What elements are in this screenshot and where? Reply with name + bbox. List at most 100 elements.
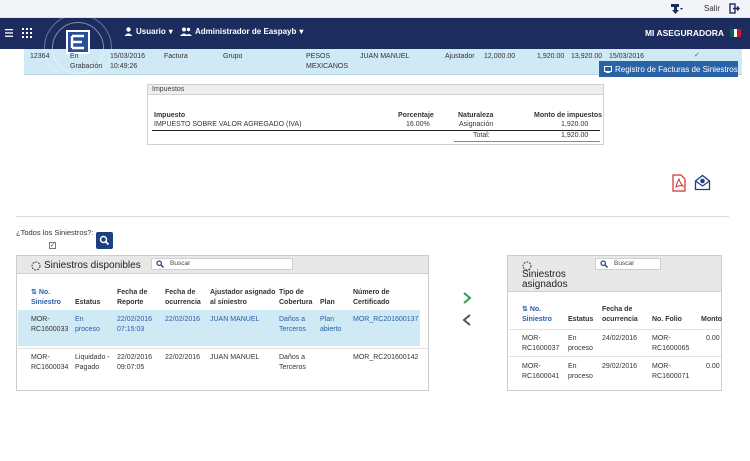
top-strip: Salir (0, 0, 750, 18)
row1-no: MOR-RC1600033 (31, 316, 69, 333)
apps-grid-icon[interactable] (22, 28, 32, 38)
chevron-left-icon[interactable] (462, 314, 472, 326)
invoice-type: Factura (164, 53, 188, 60)
row1-plan: Plan abierto (320, 316, 342, 333)
col-no-siniestro[interactable]: ⇅ No. Siniestro (31, 288, 69, 308)
spinner-icon (31, 261, 41, 271)
impuestos-panel: Impuestos Impuesto Porcentaje Naturaleza… (147, 84, 604, 145)
chevron-down-icon: ▾ (168, 27, 173, 36)
row-divider (509, 329, 721, 330)
asignados-title: Siniestros asignados (522, 269, 568, 290)
disponibles-title: Siniestros disponibles (44, 260, 141, 271)
asig-row2-no: MOR-RC1600041 (522, 363, 560, 380)
impuestos-total-label: Total: (473, 132, 490, 139)
asig-row2-monto: 0.00 (706, 363, 720, 370)
col-fecha-ocurrencia: Fecha de ocurrencia (602, 306, 638, 323)
invoice-amount: 12,000.00 (484, 53, 516, 60)
search-icon (99, 235, 110, 246)
check-icon: ✓ (694, 52, 700, 59)
sort-icon: ⇅ (31, 289, 39, 296)
impuestos-divider (152, 130, 600, 131)
invoice-role: Ajustador (445, 53, 475, 60)
impuestos-title: Impuestos (148, 85, 603, 95)
invoice-status: En Grabación (70, 53, 103, 70)
disponibles-search-input[interactable]: Buscar (151, 258, 293, 270)
col-folio: No. Folio (652, 316, 682, 323)
col-ajustador: Ajustador asignado al siniestro (210, 289, 276, 306)
col-tipo-cobertura: Tipo de Cobertura (279, 289, 313, 306)
asig-row2-folio: MOR-RC1600071 (652, 363, 690, 380)
invoice-date: 15/03/2016 10:49:26 (110, 53, 146, 70)
chevron-right-icon[interactable] (462, 292, 472, 304)
mexico-flag-icon[interactable] (730, 29, 742, 37)
row1-ajustador: JUAN MANUEL (210, 316, 260, 323)
asig-row1-estatus: En proceso (568, 335, 593, 352)
row2-certificado: MOR_RC201600142 (353, 354, 419, 361)
col-fecha-ocurrencia: Fecha de ocurrencia (165, 289, 201, 306)
col-estatus: Estatus (568, 316, 594, 323)
row-divider (18, 348, 428, 349)
usuario-menu[interactable]: Usuario ▾ (124, 27, 173, 36)
col-no-siniestro[interactable]: ⇅ No. Siniestro (522, 305, 562, 325)
invoice-group: Grupo (223, 53, 243, 60)
row2-ajustador: JUAN MANUEL (210, 354, 260, 361)
todos-siniestros-checkbox[interactable]: ✓ (49, 242, 56, 249)
asig-row1-monto: 0.00 (706, 335, 720, 342)
mail-icon[interactable] (694, 174, 711, 191)
admin-label: Administrador de Easpayb (195, 27, 297, 36)
salir-link[interactable]: Salir (704, 4, 720, 13)
asig-row2-fecha: 29/02/2016 (602, 363, 638, 370)
chevron-down-icon: ▾ (299, 27, 304, 36)
col-fecha-reporte: Fecha de Reporte (117, 289, 148, 306)
invoice-tax: 1,920.00 (537, 53, 565, 60)
menu-icon[interactable] (5, 29, 13, 37)
register-invoices-button[interactable]: Registro de Facturas de Siniestros (599, 61, 738, 77)
row1-estatus: En proceso (75, 316, 100, 333)
users-icon (180, 27, 192, 36)
invoice-currency: PESOS MEXICANOS (306, 53, 349, 70)
asig-row2-estatus: En proceso (568, 363, 593, 380)
col-certificado: Número de Certificado (353, 289, 390, 306)
asig-row1-fecha: 24/02/2016 (602, 335, 638, 342)
invoice-id: 12364 (30, 53, 50, 60)
row1-certificado: MOR_RC201600137 (353, 316, 419, 323)
impuestos-row-monto: 1,920.00 (561, 121, 589, 128)
search-icon (156, 260, 164, 268)
row1-tipo: Daños a Terceros (279, 316, 306, 333)
row2-tipo: Daños a Terceros (279, 354, 306, 371)
col-plan: Plan (320, 299, 335, 306)
todos-siniestros-label: ¿Todos los Siniestros?: (16, 228, 94, 237)
row-divider (509, 356, 721, 357)
section-divider (16, 216, 729, 217)
register-invoices-label: Registro de Facturas de Siniestros (615, 64, 738, 74)
impuestos-total-value: 1,920.00 (561, 132, 589, 139)
row1-fecha-ocurrencia: 22/02/2016 (165, 316, 201, 323)
row2-estatus: Liquidado - Pagado (75, 354, 110, 371)
invoice-total: 13,920.00 (571, 53, 603, 60)
row2-no: MOR-RC1600034 (31, 354, 69, 371)
siniestros-disponibles-panel: Siniestros disponibles Buscar ⇅ No. Sini… (16, 255, 429, 391)
search-button[interactable] (96, 232, 113, 249)
monitor-icon (604, 65, 612, 73)
invoice-name: JUAN MANUEL (360, 53, 410, 60)
col-monto: Monto (701, 316, 722, 323)
impuestos-row-porcentaje: 16.00% (406, 121, 430, 128)
row2-fecha-reporte: 22/02/2016 09:07:05 (117, 354, 153, 371)
asig-row1-no: MOR-RC1600037 (522, 335, 560, 352)
pdf-icon[interactable] (671, 174, 687, 192)
col-estatus: Estatus (75, 299, 101, 306)
siniestros-asignados-panel: Siniestros asignados Buscar ⇅ No. Sinies… (507, 255, 722, 391)
admin-menu[interactable]: Administrador de Easpayb ▾ (180, 27, 303, 36)
row2-fecha-ocurrencia: 22/02/2016 (165, 354, 201, 361)
impuestos-row-impuesto: IMPUESTO SOBRE VALOR AGREGADO (IVA) (154, 121, 302, 128)
sort-icon: ⇅ (522, 306, 530, 313)
exit-icon[interactable] (729, 3, 740, 14)
impuestos-row-naturaleza: Asignación (459, 121, 494, 128)
impuestos-total-underline (454, 141, 600, 142)
user-icon (124, 27, 133, 36)
search-icon (600, 260, 608, 268)
usuario-label: Usuario (136, 27, 166, 36)
main-navbar: Usuario ▾ Administrador de Easpayb ▾ MI … (0, 18, 750, 49)
download-icon[interactable] (670, 3, 684, 15)
row1-fecha-reporte: 22/02/2016 07:15:03 (117, 316, 153, 333)
